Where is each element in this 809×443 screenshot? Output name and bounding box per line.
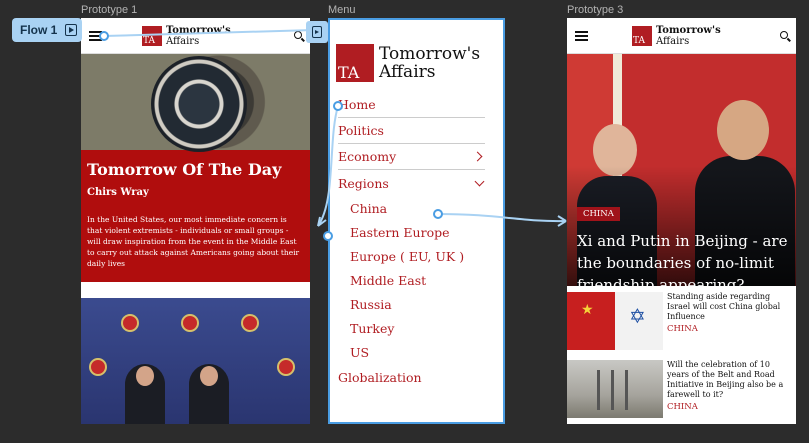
connection-node[interactable] (333, 101, 343, 111)
connection-node[interactable] (433, 209, 443, 219)
flow-starting-point[interactable]: Flow 1 (12, 18, 82, 42)
connection-wire (317, 105, 339, 227)
connection-node[interactable] (323, 231, 333, 241)
overlay-trigger-icon[interactable] (306, 21, 328, 43)
prototype-connections (103, 29, 567, 227)
connection-wire (103, 29, 315, 37)
connection-node[interactable] (99, 31, 109, 41)
play-icon[interactable] (65, 24, 78, 36)
connection-wire (437, 213, 567, 223)
